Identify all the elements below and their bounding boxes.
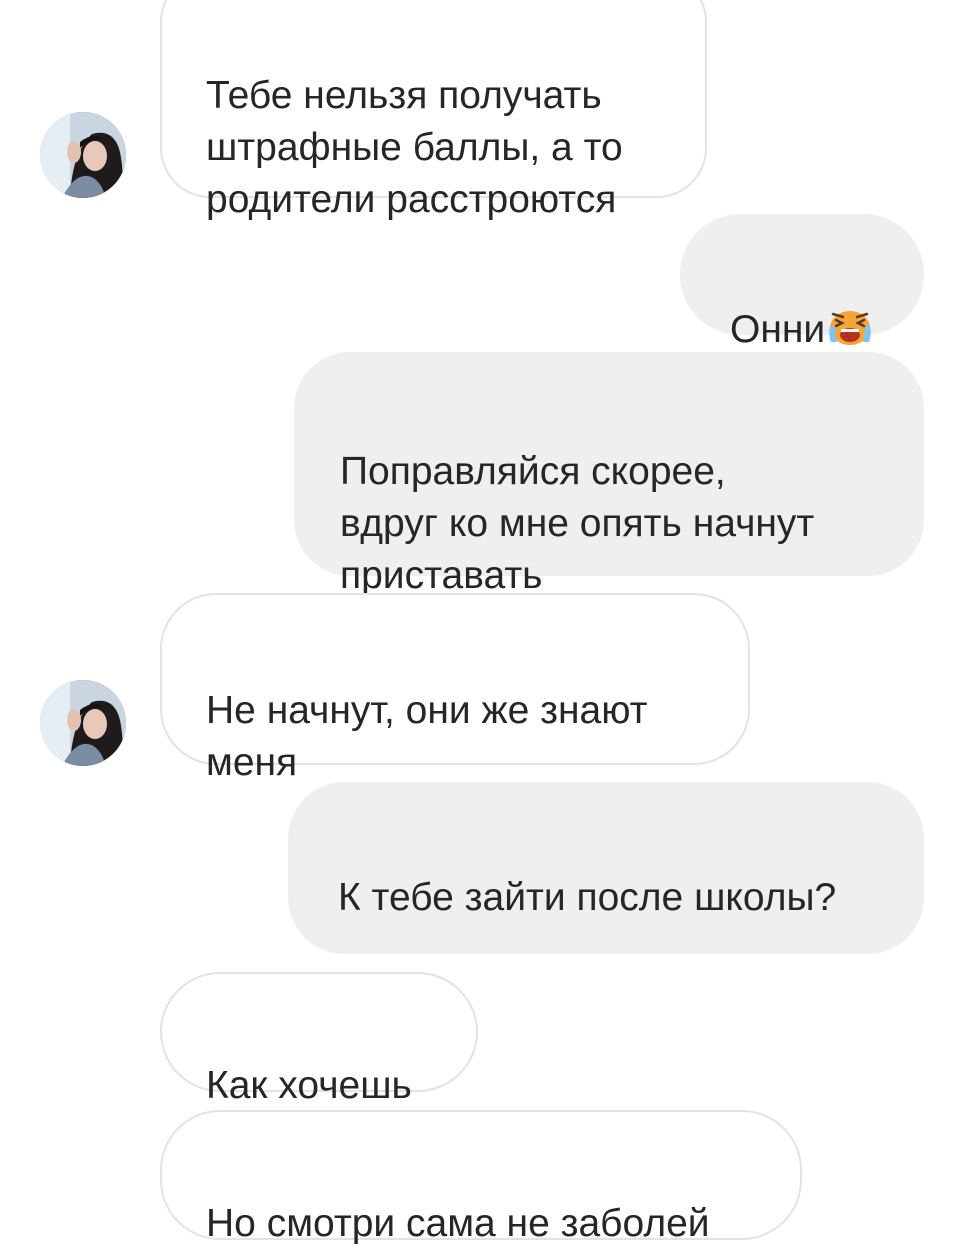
contact-avatar[interactable] (40, 112, 126, 198)
message-text: К тебе зайти после школы? (338, 876, 837, 919)
message-bubble-outgoing[interactable]: Поправляйся скорее, вдруг ко мне опять н… (294, 352, 924, 597)
message-bubble-incoming[interactable]: Но смотри сама не заболей (160, 1110, 802, 1245)
contact-avatar[interactable] (40, 680, 126, 766)
pink-heart-icon (338, 924, 924, 1018)
message-bubble-outgoing[interactable]: Онни (680, 214, 924, 351)
message-text: Тебе нельзя получать штрафные баллы, а т… (206, 74, 623, 221)
message-text: Поправляйся скорее, вдруг ко мне опять н… (340, 450, 815, 597)
message-text: Онни (730, 308, 826, 351)
message-text: Не начнут, они же знают меня (206, 689, 648, 784)
message-bubble-incoming[interactable]: Как хочешь (160, 972, 478, 1107)
message-bubble-incoming[interactable]: Не начнут, они же знают меня (160, 593, 750, 784)
message-text: Как хочешь (206, 1064, 412, 1107)
message-bubble-incoming[interactable]: Тебе нельзя получать штрафные баллы, а т… (160, 0, 707, 221)
message-bubble-outgoing[interactable]: К тебе зайти после школы? (288, 782, 924, 1018)
contact-photo-icon (40, 680, 126, 766)
contact-photo-icon (40, 112, 126, 198)
message-text: Но смотри сама не заболей (206, 1202, 710, 1245)
